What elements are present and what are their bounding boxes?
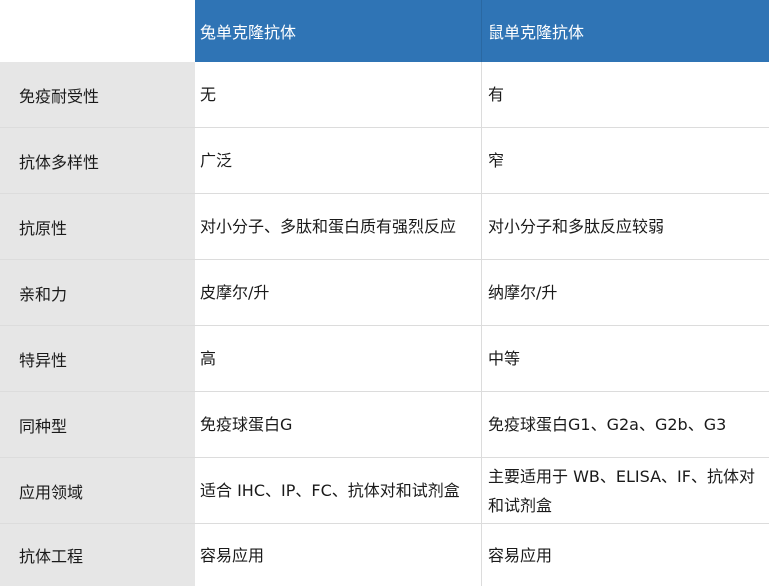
- rabbit-value: 广泛: [195, 128, 482, 193]
- table-row: 亲和力 皮摩尔/升 纳摩尔/升: [0, 260, 769, 326]
- row-label: 同种型: [0, 392, 195, 457]
- comparison-table: 兔单克隆抗体 鼠单克隆抗体 免疫耐受性 无 有 抗体多样性 广泛 窄 抗原性 对…: [0, 0, 769, 586]
- table-row: 免疫耐受性 无 有: [0, 62, 769, 128]
- rabbit-value: 对小分子、多肽和蛋白质有强烈反应: [195, 194, 482, 259]
- table-row: 应用领域 适合 IHC、IP、FC、抗体对和试剂盒 主要适用于 WB、ELISA…: [0, 458, 769, 524]
- header-rabbit-antibody: 兔单克隆抗体: [195, 0, 482, 62]
- mouse-value: 纳摩尔/升: [482, 260, 769, 325]
- table-row: 抗体工程 容易应用 容易应用: [0, 524, 769, 586]
- mouse-value: 主要适用于 WB、ELISA、IF、抗体对和试剂盒: [482, 458, 769, 523]
- row-label: 应用领域: [0, 458, 195, 523]
- mouse-value: 容易应用: [482, 524, 769, 586]
- rabbit-value: 无: [195, 62, 482, 127]
- table-row: 抗原性 对小分子、多肽和蛋白质有强烈反应 对小分子和多肽反应较弱: [0, 194, 769, 260]
- row-label: 抗原性: [0, 194, 195, 259]
- mouse-value: 窄: [482, 128, 769, 193]
- mouse-value: 免疫球蛋白G1、G2a、G2b、G3: [482, 392, 769, 457]
- rabbit-value: 容易应用: [195, 524, 482, 586]
- rabbit-value: 皮摩尔/升: [195, 260, 482, 325]
- header-corner: [0, 0, 195, 62]
- rabbit-value: 高: [195, 326, 482, 391]
- table-row: 特异性 高 中等: [0, 326, 769, 392]
- mouse-value: 有: [482, 62, 769, 127]
- row-label: 亲和力: [0, 260, 195, 325]
- mouse-value: 中等: [482, 326, 769, 391]
- mouse-value: 对小分子和多肽反应较弱: [482, 194, 769, 259]
- rabbit-value: 适合 IHC、IP、FC、抗体对和试剂盒: [195, 458, 482, 523]
- header-mouse-antibody: 鼠单克隆抗体: [482, 0, 769, 62]
- table-row: 同种型 免疫球蛋白G 免疫球蛋白G1、G2a、G2b、G3: [0, 392, 769, 458]
- row-label: 抗体多样性: [0, 128, 195, 193]
- rabbit-value: 免疫球蛋白G: [195, 392, 482, 457]
- row-label: 特异性: [0, 326, 195, 391]
- row-label: 免疫耐受性: [0, 62, 195, 127]
- table-row: 抗体多样性 广泛 窄: [0, 128, 769, 194]
- row-label: 抗体工程: [0, 524, 195, 586]
- table-header: 兔单克隆抗体 鼠单克隆抗体: [0, 0, 769, 62]
